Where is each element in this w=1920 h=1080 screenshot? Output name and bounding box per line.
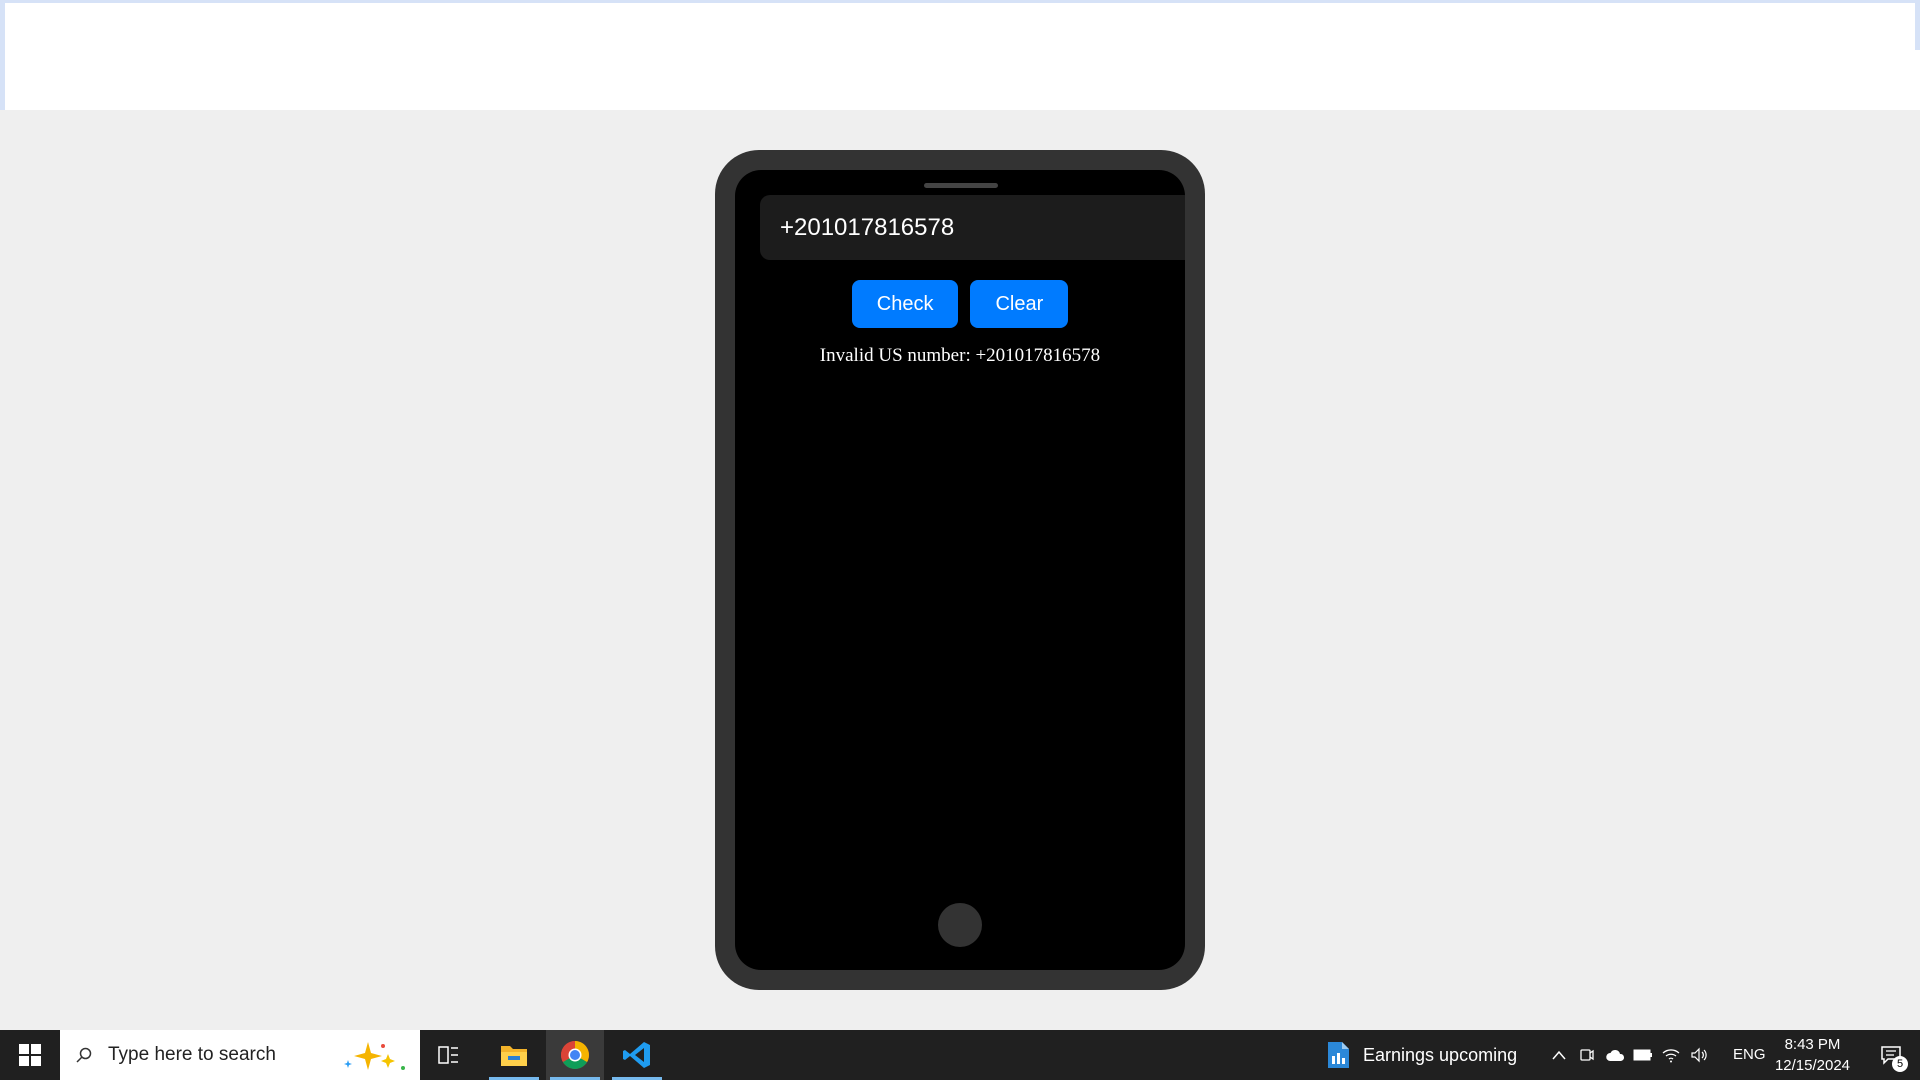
notification-center-button[interactable]: 5 <box>1866 1030 1916 1080</box>
sparkle-icon <box>344 1042 405 1070</box>
meet-camera-icon[interactable] <box>1573 1030 1601 1080</box>
chrome-icon <box>561 1041 589 1069</box>
clock-date: 12/15/2024 <box>1774 1057 1851 1074</box>
taskbar: Type here to search Earnings upcoming EN… <box>0 1030 1920 1080</box>
phone-speaker <box>924 183 998 188</box>
search-icon <box>76 1047 92 1063</box>
button-row: Check Clear <box>735 280 1185 328</box>
task-view-button[interactable] <box>420 1030 478 1080</box>
task-view-icon <box>438 1046 458 1064</box>
volume-icon[interactable] <box>1685 1030 1713 1080</box>
news-widget[interactable]: Earnings upcoming <box>1325 1030 1517 1080</box>
chrome-button[interactable] <box>546 1030 604 1080</box>
taskbar-search-box[interactable]: Type here to search <box>60 1030 420 1080</box>
phone-number-input[interactable] <box>760 195 1185 260</box>
clock-time: 8:43 PM <box>1784 1036 1841 1053</box>
chevron-up-icon[interactable] <box>1545 1030 1573 1080</box>
vscode-button[interactable] <box>608 1030 666 1080</box>
onedrive-cloud-icon[interactable] <box>1601 1030 1629 1080</box>
wifi-icon[interactable] <box>1657 1030 1685 1080</box>
language-indicator[interactable]: ENG <box>1733 1030 1766 1080</box>
phone-screen: CheckClear Invalid US number: +201017816… <box>735 170 1185 970</box>
clock[interactable]: 8:43 PM 12/15/2024 <box>1770 1034 1855 1076</box>
check-button[interactable]: Check <box>851 280 959 328</box>
battery-icon[interactable] <box>1629 1030 1657 1080</box>
notification-count-badge: 5 <box>1892 1056 1908 1072</box>
windows-logo-icon <box>19 1044 41 1066</box>
browser-top-bar <box>0 0 1920 110</box>
file-explorer-button[interactable] <box>485 1030 543 1080</box>
search-placeholder: Type here to search <box>108 1044 276 1065</box>
file-explorer-icon <box>501 1046 527 1066</box>
phone-frame: CheckClear Invalid US number: +201017816… <box>715 150 1205 990</box>
vscode-icon <box>623 1042 650 1068</box>
news-text: Earnings upcoming <box>1363 1044 1518 1065</box>
phone-home-button[interactable] <box>938 903 982 947</box>
result-message: Invalid US number: +201017816578 <box>819 345 1101 366</box>
system-tray <box>1545 1030 1713 1080</box>
clear-button[interactable]: Clear <box>970 280 1069 328</box>
start-button[interactable] <box>0 1030 60 1080</box>
document-chart-icon <box>1328 1042 1349 1068</box>
